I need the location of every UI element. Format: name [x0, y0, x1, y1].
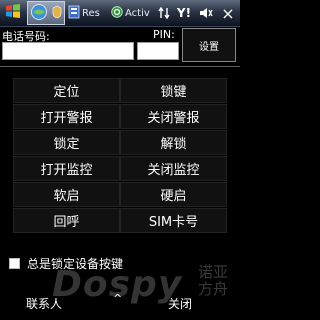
task-tab-label: Activ [125, 7, 150, 19]
divider [0, 66, 240, 67]
phone-number-input[interactable] [2, 42, 134, 60]
pin-input[interactable] [137, 42, 179, 60]
alarm-off-button[interactable]: 关闭警报 [120, 104, 227, 129]
input-panel-toggle[interactable]: ^ [113, 292, 122, 305]
task-tab-label: Res [82, 7, 100, 19]
windows-flag-icon [5, 3, 21, 23]
signal-indicator[interactable]: Y! [173, 0, 195, 26]
shield-app-icon [52, 5, 62, 22]
pin-label: PIN: [153, 28, 175, 41]
task-tab-res[interactable]: Res [66, 1, 108, 25]
locate-button[interactable]: 定位 [13, 78, 120, 103]
callback-button[interactable]: 回呼 [13, 208, 120, 233]
task-tab-current[interactable] [27, 1, 65, 25]
speaker-muted-icon[interactable] [196, 0, 216, 26]
taskbar: Res Activ Y! × [0, 0, 240, 27]
app-screen: Res Activ Y! × 电话号码: PIN: 设置 定位 锁键 打开警报 … [0, 0, 240, 320]
unlock-button[interactable]: 解锁 [120, 130, 227, 155]
signal-text: Y! [176, 6, 192, 20]
set-button[interactable]: 设置 [182, 28, 236, 62]
connection-arrows-icon[interactable] [155, 0, 173, 26]
activesync-icon [111, 5, 123, 21]
command-grid: 定位 锁键 打开警报 关闭警报 锁定 解锁 打开监控 关闭监控 软启 硬启 回呼… [13, 78, 227, 233]
tools-app-icon [68, 5, 80, 22]
task-tab-activ[interactable]: Activ [109, 1, 151, 25]
close-softkey[interactable]: 关闭 [168, 295, 192, 312]
monitor-on-button[interactable]: 打开监控 [13, 156, 120, 181]
lock-keys-checkbox[interactable] [9, 258, 20, 269]
sim-number-button[interactable]: SIM卡号 [120, 208, 227, 233]
monitor-off-button[interactable]: 关闭监控 [120, 156, 227, 181]
soft-reset-button[interactable]: 软启 [13, 182, 120, 207]
start-button[interactable] [0, 0, 26, 26]
lock-keys-button[interactable]: 锁键 [120, 78, 227, 103]
contacts-softkey[interactable]: 联系人 [26, 295, 62, 312]
hard-reset-button[interactable]: 硬启 [120, 182, 227, 207]
alarm-on-button[interactable]: 打开警报 [13, 104, 120, 129]
lock-keys-checkbox-row[interactable]: 总是锁定设备按键 [9, 255, 123, 272]
globe-app-icon [30, 3, 48, 24]
close-icon: × [221, 3, 235, 23]
close-window-button[interactable]: × [218, 0, 238, 26]
lock-keys-checkbox-label: 总是锁定设备按键 [27, 257, 124, 271]
lock-device-button[interactable]: 锁定 [13, 130, 120, 155]
softkey-bar: 联系人 ^ 关闭 [0, 290, 240, 320]
